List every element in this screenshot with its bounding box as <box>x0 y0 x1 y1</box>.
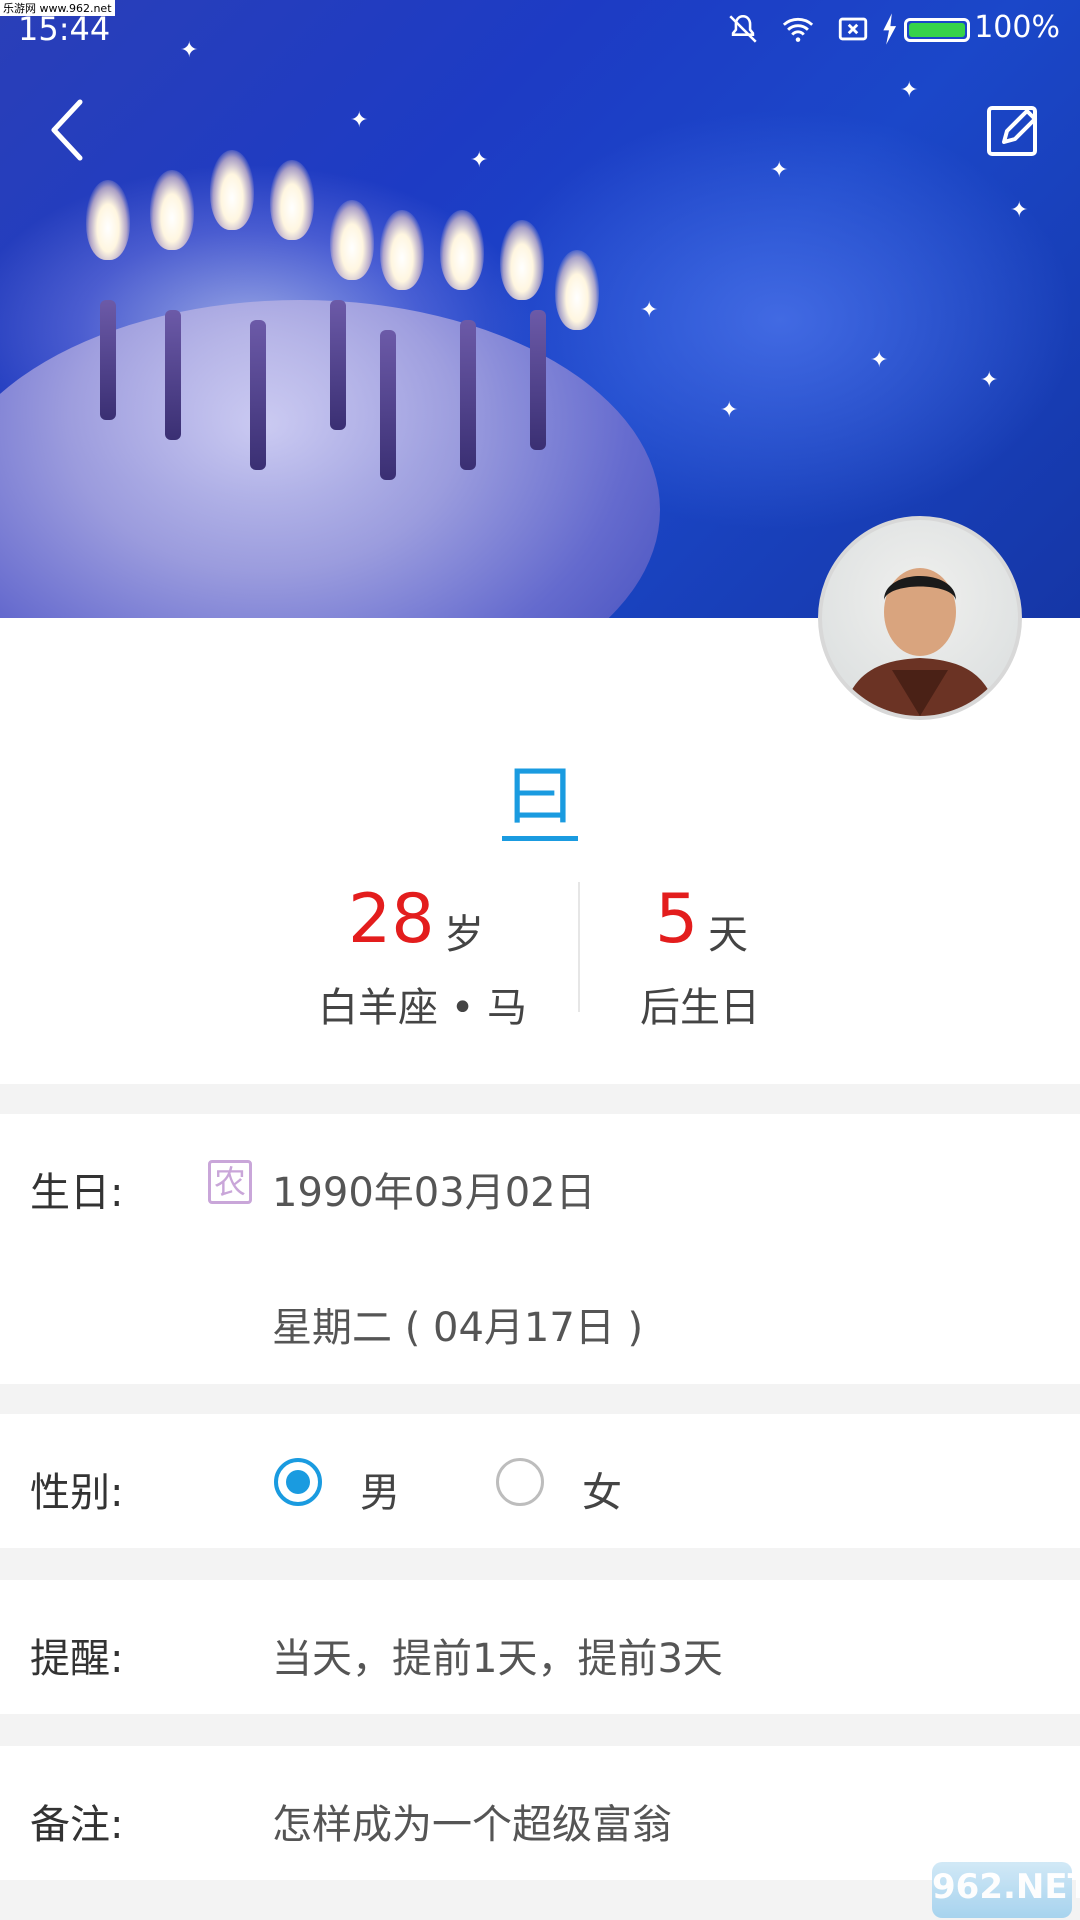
flame <box>440 210 484 290</box>
candle <box>250 320 266 470</box>
note-label: 备注: <box>30 1802 124 1848</box>
candle <box>165 310 181 440</box>
candle <box>460 320 476 470</box>
flame <box>555 250 599 330</box>
person-photo <box>842 568 998 716</box>
days-unit: 天 <box>708 912 748 958</box>
days-value: 5 <box>655 880 699 959</box>
reminder-label: 提醒: <box>30 1636 124 1682</box>
wifi-icon <box>780 12 816 50</box>
gender-female-label[interactable]: 女 <box>582 1460 622 1518</box>
gender-male-label[interactable]: 男 <box>360 1460 400 1518</box>
flame <box>210 150 254 230</box>
battery-icon <box>904 18 970 42</box>
candle <box>330 300 346 430</box>
sparkle-icon: ✦ <box>980 368 999 393</box>
flame <box>86 180 130 260</box>
lunar-badge: 农 <box>208 1160 252 1204</box>
charging-icon <box>878 12 900 50</box>
battery-percent: 100% <box>974 10 1060 45</box>
status-bar: 乐游网 www.962.net 15:44 100% <box>0 0 1080 60</box>
sparkle-icon: ✦ <box>870 348 889 373</box>
sparkle-icon: ✦ <box>640 298 659 323</box>
sparkle-icon: ✦ <box>770 158 789 183</box>
mute-icon <box>726 12 760 50</box>
sparkle-icon: ✦ <box>470 148 489 173</box>
reminder-value: 当天，提前1天，提前3天 <box>272 1636 723 1682</box>
age-value: 28 <box>348 880 435 959</box>
no-sim-icon <box>836 12 870 50</box>
sparkle-icon: ✦ <box>350 108 369 133</box>
edit-icon <box>987 106 1037 156</box>
edit-button[interactable] <box>986 102 1042 158</box>
flame <box>270 160 314 240</box>
gender-female-radio[interactable] <box>496 1458 544 1506</box>
note-value: 怎样成为一个超级富翁 <box>272 1802 672 1848</box>
candle <box>100 300 116 420</box>
days-label: 后生日 <box>640 985 760 1031</box>
flame <box>380 210 424 290</box>
age-unit: 岁 <box>444 912 484 958</box>
sparkle-icon: ✦ <box>720 398 739 423</box>
sparkle-icon: ✦ <box>1010 198 1029 223</box>
birthday-label: 生日: <box>30 1170 124 1216</box>
gender-label: 性别: <box>30 1470 124 1516</box>
zodiac-text: 白羊座 • 马 <box>318 985 528 1031</box>
status-time: 15:44 <box>18 10 111 48</box>
stats-divider <box>578 882 580 1012</box>
flame <box>330 200 374 280</box>
avatar[interactable] <box>818 516 1022 720</box>
contact-name: 曰 <box>0 740 1080 841</box>
back-button[interactable] <box>40 90 100 170</box>
flame <box>500 220 544 300</box>
candle <box>380 330 396 480</box>
weekday-value: 星期二 ( 04月17日 ) <box>272 1305 644 1351</box>
sparkle-icon: ✦ <box>900 78 919 103</box>
flame <box>150 170 194 250</box>
site-logo-watermark: 962.NET <box>932 1862 1080 1918</box>
gender-male-radio[interactable] <box>274 1458 322 1506</box>
candle <box>530 310 546 450</box>
chevron-left-icon <box>51 99 83 161</box>
birthday-value: 1990年03月02日 <box>272 1170 596 1216</box>
